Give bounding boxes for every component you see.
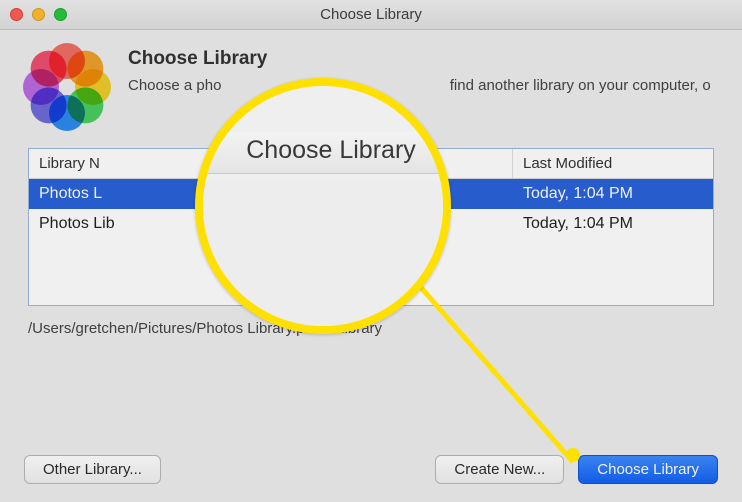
cell-last-modified: Today, 1:04 PM [513, 179, 713, 209]
photos-app-icon [28, 48, 106, 126]
other-library-button[interactable]: Other Library... [24, 455, 161, 484]
cell-last-modified: Today, 1:04 PM [513, 209, 713, 239]
library-table: Library N Last Modified Photos L rary) T… [28, 148, 714, 306]
column-last-modified[interactable]: Last Modified [513, 149, 713, 178]
choose-library-button[interactable]: Choose Library [578, 455, 718, 484]
cell-library-name: Photos L rary) [29, 179, 513, 209]
library-path: /Users/gretchen/Pictures/Photos Library.… [28, 320, 714, 337]
titlebar: Choose Library [0, 0, 742, 30]
window-title: Choose Library [0, 6, 742, 23]
table-row[interactable]: Photos Lib Today, 1:04 PM [29, 209, 713, 239]
dialog-content: Choose Library Choose a pho find another… [0, 30, 742, 337]
create-new-button[interactable]: Create New... [435, 455, 564, 484]
column-library-name[interactable]: Library N [29, 149, 513, 178]
dialog-heading: Choose Library [128, 48, 711, 70]
button-row: Other Library... Create New... Choose Li… [0, 455, 742, 484]
table-row[interactable]: Photos L rary) Today, 1:04 PM [29, 179, 713, 209]
dialog-description: Choose a pho find another library on you… [128, 76, 711, 96]
cell-library-name: Photos Lib [29, 209, 513, 239]
table-header: Library N Last Modified [29, 149, 713, 179]
